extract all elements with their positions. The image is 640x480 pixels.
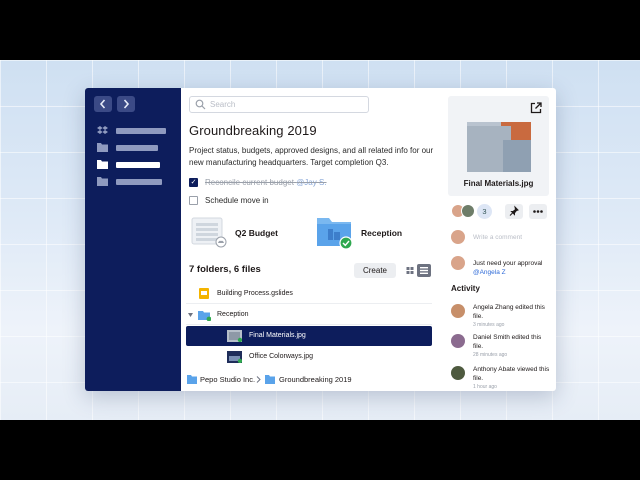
- folder-icon: [97, 177, 108, 186]
- avatar: [451, 366, 465, 380]
- grid-view-button[interactable]: [403, 264, 417, 277]
- activity-item: Angela Zhang edited this file. 3 minutes…: [451, 303, 556, 331]
- list-view-button[interactable]: [417, 264, 431, 277]
- file-row[interactable]: Building Process.gslides: [186, 284, 432, 304]
- list-icon: [420, 267, 428, 274]
- task-label: Schedule move in: [205, 196, 269, 205]
- folder-row[interactable]: Reception: [186, 305, 432, 325]
- suggested-card-budget[interactable]: Q2 Budget: [191, 216, 311, 252]
- slides-icon: [199, 288, 209, 299]
- chevron-right-icon: [123, 99, 130, 109]
- pin-button[interactable]: [505, 204, 523, 219]
- file-row-selected[interactable]: Final Materials.jpg: [186, 326, 432, 346]
- avatar: [461, 204, 475, 218]
- task-checkbox[interactable]: [189, 196, 198, 205]
- search-input[interactable]: Search: [189, 96, 369, 113]
- folder-shared-icon: [317, 218, 353, 250]
- activity-time: 28 minutes ago: [473, 352, 508, 358]
- back-button[interactable]: [94, 96, 112, 112]
- file-row[interactable]: Office Colorways.jpg: [186, 347, 432, 367]
- grid-icon: [406, 267, 414, 274]
- task-checkbox[interactable]: ✓: [189, 178, 198, 187]
- shared-count-badge: 3: [477, 204, 492, 219]
- chevron-right-icon: [256, 376, 261, 383]
- activity-text: Daniel Smith edited this file.: [473, 334, 542, 350]
- breadcrumb-root[interactable]: Pepo Studio Inc.: [200, 375, 255, 384]
- page-title: Groundbreaking 2019: [189, 123, 317, 138]
- file-name: Reception: [217, 311, 249, 318]
- more-options-button[interactable]: [529, 204, 547, 219]
- file-preview[interactable]: Final Materials.jpg: [448, 96, 549, 196]
- sidebar-item-home[interactable]: [97, 126, 177, 136]
- comment-text: Just need your approval @Angela Z: [473, 260, 543, 276]
- preview-filename: Final Materials.jpg: [463, 179, 534, 188]
- folder-icon: [198, 311, 211, 321]
- folder-icon: [265, 375, 275, 384]
- breadcrumb-current[interactable]: Groundbreaking 2019: [279, 375, 352, 384]
- expand-caret-icon[interactable]: [188, 313, 193, 317]
- spreadsheet-icon: [191, 217, 227, 248]
- page-description: Project status, budgets, approved design…: [189, 146, 434, 167]
- avatar: [451, 304, 465, 318]
- file-count: 7 folders, 6 files: [189, 264, 261, 275]
- sidebar-item-files[interactable]: [97, 143, 177, 153]
- activity-item: Anthony Abate viewed this file. 1 hour a…: [451, 365, 556, 391]
- avatar: [451, 334, 465, 348]
- activity-time: 3 minutes ago: [473, 322, 505, 328]
- preview-thumbnail: [467, 122, 531, 172]
- task-label: Reconcile current budget @Jay S.: [205, 178, 327, 187]
- card-label: Q2 Budget: [235, 228, 278, 238]
- activity-time: 1 hour ago: [473, 384, 497, 390]
- create-button[interactable]: Create: [354, 263, 396, 278]
- sidebar: [85, 88, 181, 391]
- comment-input[interactable]: Write a comment: [473, 234, 522, 241]
- breadcrumb: Pepo Studio Inc. Groundbreaking 2019: [187, 374, 437, 386]
- file-name: Office Colorways.jpg: [249, 353, 314, 360]
- activity-text: Anthony Abate viewed this file.: [473, 366, 550, 382]
- task-item: Schedule move in: [189, 195, 429, 207]
- activity-text: Angela Zhang edited this file.: [473, 304, 545, 320]
- search-icon: [195, 99, 206, 110]
- suggested-card-reception[interactable]: Reception: [317, 216, 437, 252]
- search-placeholder: Search: [210, 100, 236, 109]
- open-external-icon[interactable]: [530, 102, 542, 114]
- image-icon: [227, 330, 242, 342]
- file-name: Final Materials.jpg: [249, 332, 306, 339]
- activity-item: Daniel Smith edited this file. 28 minute…: [451, 333, 556, 361]
- image-icon: [227, 351, 242, 363]
- avatar: [451, 230, 465, 244]
- chevron-left-icon: [99, 99, 106, 109]
- app-window: Search Groundbreaking 2019 Project statu…: [85, 88, 556, 391]
- shared-avatars[interactable]: 3: [451, 204, 495, 219]
- dropbox-icon: [97, 126, 108, 134]
- avatar: [451, 256, 465, 270]
- file-name: Building Process.gslides: [217, 290, 293, 297]
- forward-button[interactable]: [117, 96, 135, 112]
- details-panel: Final Materials.jpg 3 Write a comment Ju…: [441, 88, 556, 391]
- folder-icon: [187, 375, 197, 384]
- pin-icon: [509, 205, 519, 216]
- card-label: Reception: [361, 228, 403, 238]
- task-item: ✓ Reconcile current budget @Jay S.: [189, 177, 429, 189]
- sidebar-item-other[interactable]: [97, 177, 177, 187]
- sidebar-item-active[interactable]: [97, 160, 177, 170]
- folder-icon: [97, 143, 108, 152]
- main-content: Search Groundbreaking 2019 Project statu…: [181, 88, 441, 391]
- more-icon: [533, 210, 543, 213]
- folder-icon: [97, 160, 108, 169]
- activity-heading: Activity: [451, 284, 480, 293]
